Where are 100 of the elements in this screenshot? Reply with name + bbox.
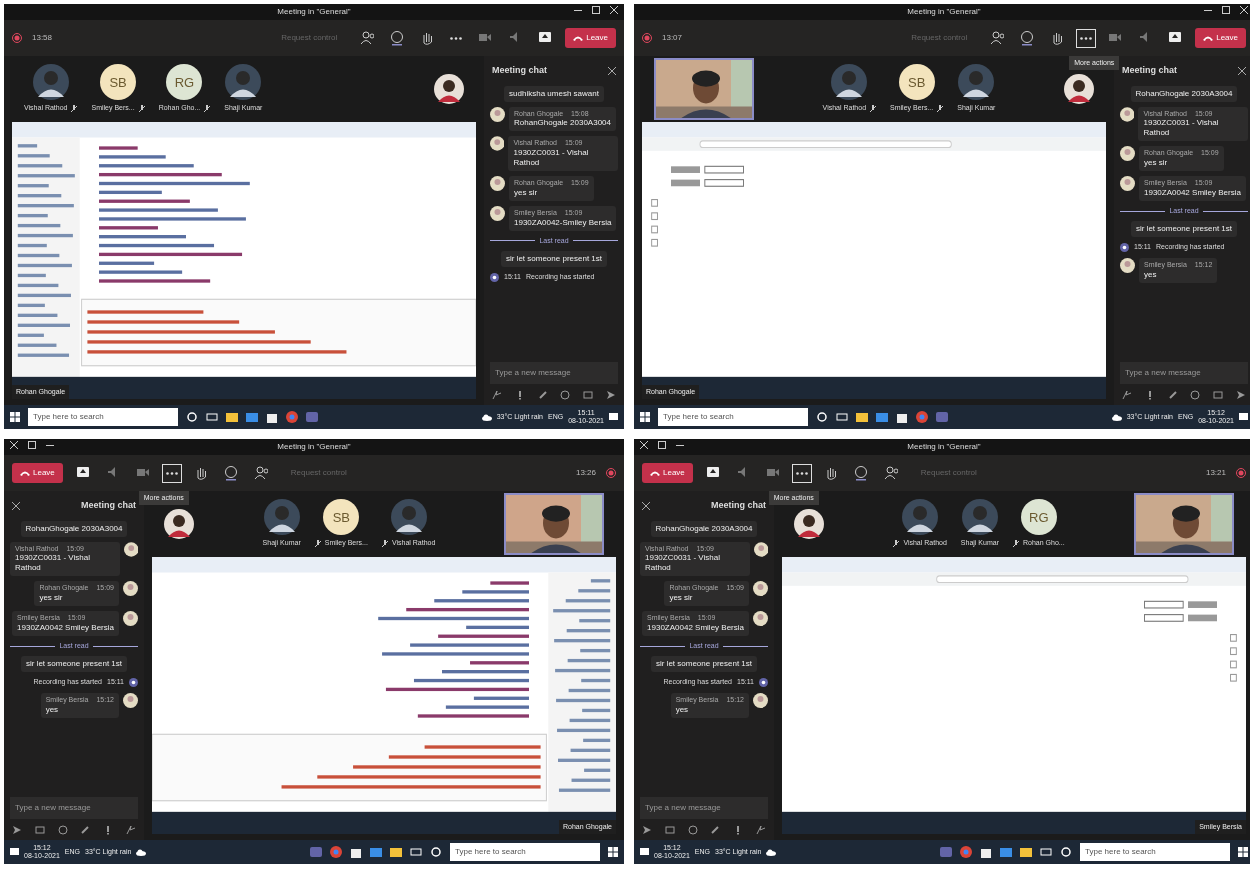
emoji-icon[interactable] <box>560 390 571 400</box>
close-icon[interactable] <box>1238 66 1246 75</box>
attach-icon[interactable] <box>1167 390 1178 400</box>
mail-icon[interactable] <box>1000 846 1012 858</box>
teams-icon[interactable] <box>940 846 952 858</box>
emoji-icon[interactable] <box>1190 390 1201 400</box>
close-icon[interactable] <box>1240 6 1248 14</box>
sticker-icon[interactable] <box>34 825 45 835</box>
leave-button[interactable]: Leave <box>642 463 693 483</box>
avatar <box>1120 146 1135 162</box>
close-icon[interactable] <box>10 441 18 449</box>
maximize-icon[interactable] <box>592 6 600 14</box>
sticker-icon[interactable] <box>664 825 675 835</box>
browser-icon[interactable] <box>330 846 342 858</box>
recording-icon <box>12 33 22 43</box>
taskbar-search[interactable]: Type here to search <box>450 843 600 861</box>
message-input[interactable]: Type a new message <box>490 362 618 384</box>
cortana-icon[interactable] <box>430 846 442 858</box>
cortana-icon[interactable] <box>816 411 828 423</box>
avatar <box>958 64 995 101</box>
browser-icon[interactable] <box>916 411 928 423</box>
attach-icon[interactable] <box>537 390 548 400</box>
task-view-icon[interactable] <box>206 411 218 423</box>
phone-icon <box>650 470 660 476</box>
folder-icon[interactable] <box>1020 846 1032 858</box>
cloud-icon <box>481 413 492 421</box>
leave-button[interactable]: Leave <box>565 28 616 48</box>
task-view-icon[interactable] <box>1040 846 1052 858</box>
mail-icon[interactable] <box>876 411 888 423</box>
format-icon[interactable] <box>126 825 136 835</box>
store-icon[interactable] <box>980 846 992 858</box>
folder-icon[interactable] <box>390 846 402 858</box>
windows-logo-icon[interactable] <box>10 412 20 422</box>
cortana-icon[interactable] <box>1060 846 1072 858</box>
task-view-icon[interactable] <box>410 846 422 858</box>
teams-icon[interactable] <box>936 411 948 423</box>
message-input[interactable]: Type a new message <box>1120 362 1248 384</box>
message-text: yes sir <box>514 187 539 198</box>
avatar <box>753 692 768 708</box>
format-icon[interactable] <box>756 825 766 835</box>
message-input[interactable]: Type a new message <box>640 797 768 819</box>
people-icon <box>360 30 375 46</box>
close-icon[interactable] <box>12 501 20 510</box>
emoji-icon[interactable] <box>687 825 698 835</box>
folder-icon[interactable] <box>226 411 238 423</box>
avatar <box>490 106 505 122</box>
attach-icon[interactable] <box>710 825 721 835</box>
windows-logo-icon[interactable] <box>1238 847 1248 857</box>
send-icon[interactable] <box>12 825 22 835</box>
chat-title: Meeting chat <box>1122 64 1177 77</box>
sticker-icon[interactable] <box>1213 390 1224 400</box>
taskbar-search[interactable]: Type here to search <box>1080 843 1230 861</box>
folder-icon[interactable] <box>856 411 868 423</box>
avatar <box>1120 176 1135 191</box>
teams-icon[interactable] <box>306 411 318 423</box>
notification-icon[interactable] <box>640 847 649 857</box>
maximize-icon[interactable] <box>658 441 666 449</box>
avatar: SB <box>323 499 360 536</box>
store-icon[interactable] <box>896 411 908 423</box>
task-view-icon[interactable] <box>836 411 848 423</box>
format-icon[interactable] <box>492 390 502 400</box>
notification-icon[interactable] <box>1239 412 1248 422</box>
browser-icon[interactable] <box>286 411 298 423</box>
attach-icon[interactable] <box>80 825 91 835</box>
close-icon[interactable] <box>608 66 616 75</box>
window-title: Meeting in "General" <box>907 441 981 453</box>
cloud-icon <box>136 848 147 856</box>
notification-icon[interactable] <box>609 412 618 422</box>
store-icon[interactable] <box>350 846 362 858</box>
mail-icon[interactable] <box>246 411 258 423</box>
message-text: yes sir <box>39 593 64 603</box>
format-icon[interactable] <box>1122 390 1132 400</box>
avatar <box>753 611 768 626</box>
message-input[interactable]: Type a new message <box>10 797 138 819</box>
call-timer: 13:07 <box>662 32 683 44</box>
chat-title: Meeting chat <box>81 499 136 512</box>
send-icon[interactable] <box>642 825 652 835</box>
maximize-icon[interactable] <box>1222 6 1230 14</box>
chat-title: Meeting chat <box>492 64 547 77</box>
maximize-icon[interactable] <box>28 441 36 449</box>
emoji-icon[interactable] <box>57 825 68 835</box>
cloud-icon <box>1111 413 1122 421</box>
store-icon[interactable] <box>266 411 278 423</box>
taskbar-search[interactable]: Type here to search <box>658 408 808 426</box>
send-icon[interactable] <box>606 390 616 400</box>
close-icon[interactable] <box>610 6 618 14</box>
browser-icon[interactable] <box>960 846 972 858</box>
taskbar-search[interactable]: Type here to search <box>28 408 178 426</box>
close-icon[interactable] <box>642 501 650 510</box>
notification-icon[interactable] <box>10 847 19 857</box>
cortana-icon[interactable] <box>186 411 198 423</box>
close-icon[interactable] <box>640 441 648 449</box>
leave-button[interactable]: Leave <box>12 463 63 483</box>
teams-icon[interactable] <box>310 846 322 858</box>
mail-icon[interactable] <box>370 846 382 858</box>
windows-logo-icon[interactable] <box>640 412 650 422</box>
leave-button[interactable]: Leave <box>1195 28 1246 48</box>
windows-logo-icon[interactable] <box>608 847 618 857</box>
send-icon[interactable] <box>1236 390 1246 400</box>
sticker-icon[interactable] <box>583 390 594 400</box>
